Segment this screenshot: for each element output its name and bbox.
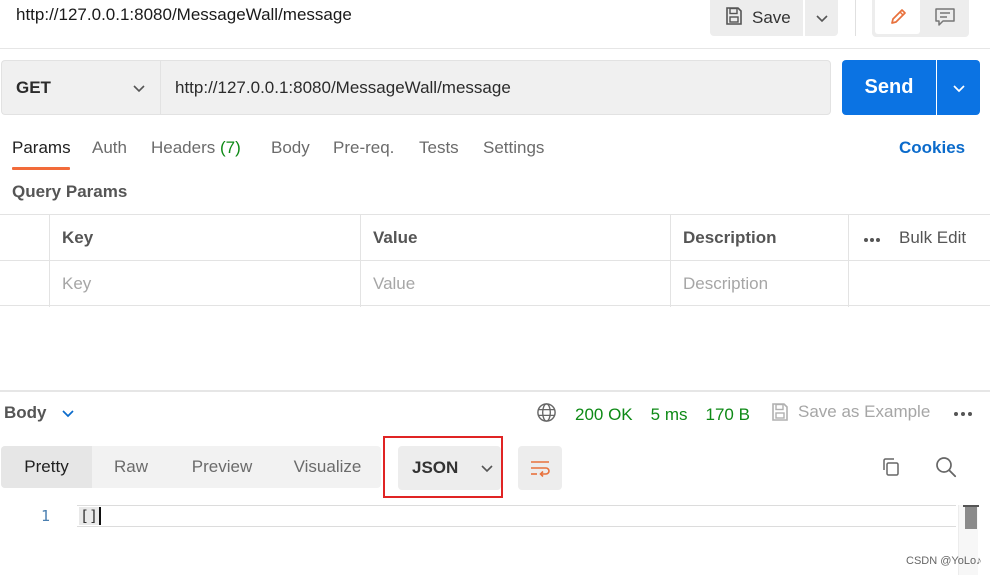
save-icon [772, 403, 788, 421]
watermark: CSDN @YoLo♪ [906, 555, 982, 567]
response-body-dropdown[interactable]: Body [4, 403, 75, 423]
tab-auth[interactable]: Auth [92, 138, 127, 158]
request-title-url[interactable]: http://127.0.0.1:8080/MessageWall/messag… [16, 5, 352, 25]
response-time[interactable]: 5 ms [651, 405, 688, 425]
query-params-title: Query Params [12, 182, 128, 201]
response-size[interactable]: 170 B [706, 405, 750, 425]
tab-headers[interactable]: Headers (7) [151, 138, 241, 158]
save-icon [724, 6, 744, 31]
view-tab-visualize[interactable]: Visualize [274, 446, 381, 488]
pencil-icon [890, 9, 906, 24]
response-body-label: Body [4, 403, 47, 422]
response-body-content[interactable]: [] [79, 507, 102, 525]
wrap-lines-button[interactable] [518, 446, 562, 490]
save-label: Save [752, 8, 791, 27]
more-icon[interactable] [863, 228, 881, 248]
headers-count: (7) [220, 138, 241, 157]
method-value: GET [16, 77, 51, 97]
response-pane-divider[interactable] [0, 390, 990, 392]
globe-icon[interactable] [536, 402, 557, 428]
description-input[interactable]: Description [671, 261, 849, 307]
value-column-header: Value [361, 215, 671, 261]
tab-settings[interactable]: Settings [483, 138, 544, 158]
tab-headers-label: Headers [151, 138, 216, 157]
status-code[interactable]: 200 OK [575, 405, 633, 425]
table-row: Key Value Description [0, 261, 990, 307]
key-input[interactable]: Key [50, 261, 361, 307]
method-select[interactable]: GET [1, 60, 160, 115]
sidebar-mode-toggle [872, 0, 969, 37]
copy-icon[interactable] [881, 457, 901, 482]
active-tab-indicator [12, 167, 70, 170]
save-as-example-label: Save as Example [798, 402, 931, 421]
checkbox-column-header [0, 215, 50, 261]
response-meta: 200 OK 5 ms 170 B [536, 402, 750, 428]
line-number: 1 [40, 507, 50, 525]
chevron-down-icon [815, 15, 828, 23]
save-button-group: Save [710, 0, 838, 36]
save-button[interactable]: Save [710, 0, 803, 36]
table-actions: Bulk Edit [849, 215, 990, 261]
search-icon[interactable] [935, 456, 957, 483]
tab-body[interactable]: Body [271, 138, 310, 158]
header-divider [0, 48, 990, 49]
wrap-lines-icon [531, 461, 550, 477]
key-column-header: Key [50, 215, 361, 261]
comment-icon [934, 8, 955, 26]
value-input[interactable]: Value [361, 261, 671, 307]
scrollbar-thumb[interactable] [965, 507, 977, 529]
chevron-down-icon [61, 410, 74, 418]
view-tab-raw[interactable]: Raw [92, 446, 170, 488]
chevron-down-icon [952, 84, 965, 92]
toolbar-divider [855, 0, 856, 36]
cookies-link[interactable]: Cookies [899, 138, 965, 158]
save-as-example-button[interactable]: Save as Example [770, 402, 930, 422]
row-actions-cell [849, 261, 990, 307]
send-options-dropdown[interactable] [937, 60, 980, 115]
row-checkbox-cell [0, 261, 50, 307]
tab-prerequest[interactable]: Pre-req. [333, 138, 394, 158]
tab-tests[interactable]: Tests [419, 138, 459, 158]
url-input[interactable]: http://127.0.0.1:8080/MessageWall/messag… [160, 60, 831, 115]
more-icon[interactable] [953, 404, 973, 422]
save-options-dropdown[interactable] [805, 0, 838, 36]
query-params-table: Key Value Description Bulk Edit Key Valu… [0, 214, 990, 307]
view-tab-preview[interactable]: Preview [170, 446, 274, 488]
response-view-tabs: Pretty Raw Preview Visualize [1, 446, 381, 488]
view-tab-pretty[interactable]: Pretty [1, 446, 92, 488]
send-button[interactable]: Send [842, 60, 936, 115]
description-column-header: Description [671, 215, 849, 261]
bulk-edit-link[interactable]: Bulk Edit [899, 228, 966, 248]
chevron-down-icon [133, 84, 145, 92]
edit-mode-button[interactable] [875, 0, 920, 34]
table-header-row: Key Value Description Bulk Edit [0, 215, 990, 261]
comments-button[interactable] [922, 0, 967, 34]
tab-params[interactable]: Params [12, 138, 71, 158]
annotation-highlight-box [383, 436, 503, 498]
code-editor-line[interactable]: [] [77, 505, 956, 527]
